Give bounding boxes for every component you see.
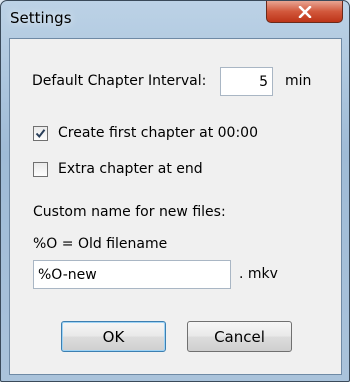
settings-window: Settings Default Chapter Interval: min C… bbox=[0, 0, 350, 382]
first-chapter-label[interactable]: Create first chapter at 00:00 bbox=[58, 125, 258, 141]
file-extension-label: . mkv bbox=[239, 266, 278, 282]
extra-chapter-checkbox[interactable] bbox=[33, 162, 48, 177]
interval-label: Default Chapter Interval: bbox=[32, 73, 207, 89]
close-icon bbox=[298, 5, 312, 18]
interval-unit-label: min bbox=[285, 73, 312, 89]
custom-name-input[interactable] bbox=[33, 260, 231, 289]
interval-input[interactable] bbox=[220, 67, 273, 96]
cancel-button[interactable]: Cancel bbox=[187, 321, 292, 352]
close-button[interactable] bbox=[266, 1, 343, 23]
dialog-body: Default Chapter Interval: min Create fir… bbox=[9, 38, 342, 375]
extra-chapter-label[interactable]: Extra chapter at end bbox=[58, 161, 203, 177]
first-chapter-checkbox[interactable] bbox=[33, 126, 48, 141]
custom-name-heading: Custom name for new files: bbox=[33, 204, 226, 220]
custom-name-hint: %O = Old filename bbox=[33, 236, 168, 252]
window-title: Settings bbox=[10, 9, 72, 27]
title-bar[interactable]: Settings bbox=[1, 1, 350, 39]
ok-button[interactable]: OK bbox=[61, 321, 166, 352]
